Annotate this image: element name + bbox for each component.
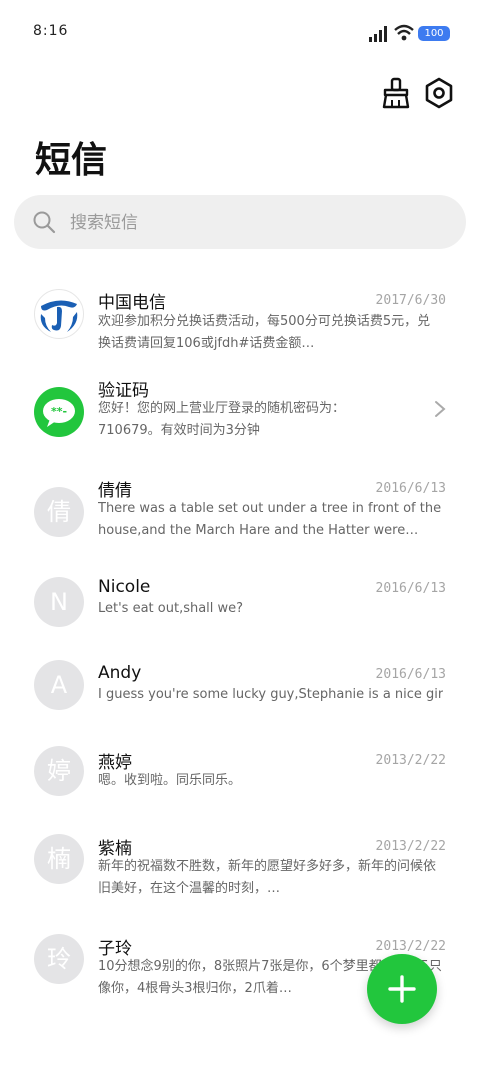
battery-indicator: 100: [418, 26, 450, 41]
new-message-button[interactable]: [367, 954, 437, 1024]
search-icon: [33, 211, 56, 234]
conversation-row[interactable]: **- 验证码 您好！您的网上营业厅登录的随机密码为：710679。有效时间为3…: [0, 374, 480, 470]
search-bar[interactable]: [14, 195, 466, 249]
conversation-preview: I guess you're some lucky guy,Stephanie …: [98, 687, 443, 702]
wifi-icon: [394, 24, 414, 41]
status-time: 8:16: [33, 23, 69, 39]
message-bubble-icon: **-: [34, 387, 84, 437]
conversation-date: 2016/6/13: [375, 481, 446, 496]
conversation-preview: 欢迎参加积分兑换话费活动，每500分可兑换话费5元，兑换话费请回复106或jfd…: [98, 314, 431, 351]
conversation-date: 2016/6/13: [375, 667, 446, 682]
conversation-row[interactable]: 中国电信 2017/6/30 欢迎参加积分兑换话费活动，每500分可兑换话费5元…: [0, 274, 480, 370]
conversation-name: 中国电信: [98, 293, 166, 313]
svg-text:**-: **-: [51, 405, 67, 418]
china-telecom-logo-icon: [40, 300, 78, 332]
avatar: 玲: [34, 934, 84, 984]
conversation-row[interactable]: A Andy 2016/6/13 I guess you're some luc…: [0, 660, 480, 756]
conversation-row[interactable]: 婷 燕婷 2013/2/22 嗯。收到啦。同乐同乐。: [0, 746, 480, 842]
conversation-preview: 您好！您的网上营业厅登录的随机密码为：710679。有效时间为3分钟: [98, 401, 346, 438]
conversation-name: Nicole: [98, 577, 151, 597]
avatar: 楠: [34, 834, 84, 884]
plus-icon: [388, 975, 416, 1003]
conversation-date: 2013/2/22: [375, 939, 446, 954]
conversation-name: Andy: [98, 663, 142, 683]
avatar: N: [34, 577, 84, 627]
avatar: A: [34, 660, 84, 710]
page-title: 短信: [35, 140, 108, 181]
china-telecom-logo: [34, 289, 84, 339]
cellular-signal-icon: [369, 26, 387, 42]
conversation-date: 2013/2/22: [375, 839, 446, 854]
conversation-date: 2017/6/30: [375, 293, 446, 308]
conversation-preview: 嗯。收到啦。同乐同乐。: [98, 773, 242, 788]
status-bar: 8:16 100: [0, 0, 480, 66]
conversation-row[interactable]: 倩 倩倩 2016/6/13 There was a table set out…: [0, 474, 480, 570]
conversation-row[interactable]: 楠 紫楠 2013/2/22 新年的祝福数不胜数，新年的愿望好多好多，新年的问候…: [0, 832, 480, 928]
search-input[interactable]: [68, 208, 452, 238]
avatar: 婷: [34, 746, 84, 796]
clean-brush-icon[interactable]: [379, 76, 413, 110]
settings-hexagon-icon[interactable]: [422, 76, 456, 110]
avatar: 倩: [34, 487, 84, 537]
conversation-row[interactable]: N Nicole 2016/6/13 Let's eat out,shall w…: [0, 574, 480, 670]
conversation-date: 2016/6/13: [375, 581, 446, 596]
conversation-date: 2013/2/22: [375, 753, 446, 768]
conversation-preview: 新年的祝福数不胜数，新年的愿望好多好多，新年的问候依旧美好，在这个温馨的时刻，…: [98, 859, 437, 896]
chevron-right-icon: [435, 401, 446, 417]
conversation-preview: There was a table set out under a tree i…: [98, 501, 442, 538]
conversation-preview: Let's eat out,shall we?: [98, 601, 244, 616]
